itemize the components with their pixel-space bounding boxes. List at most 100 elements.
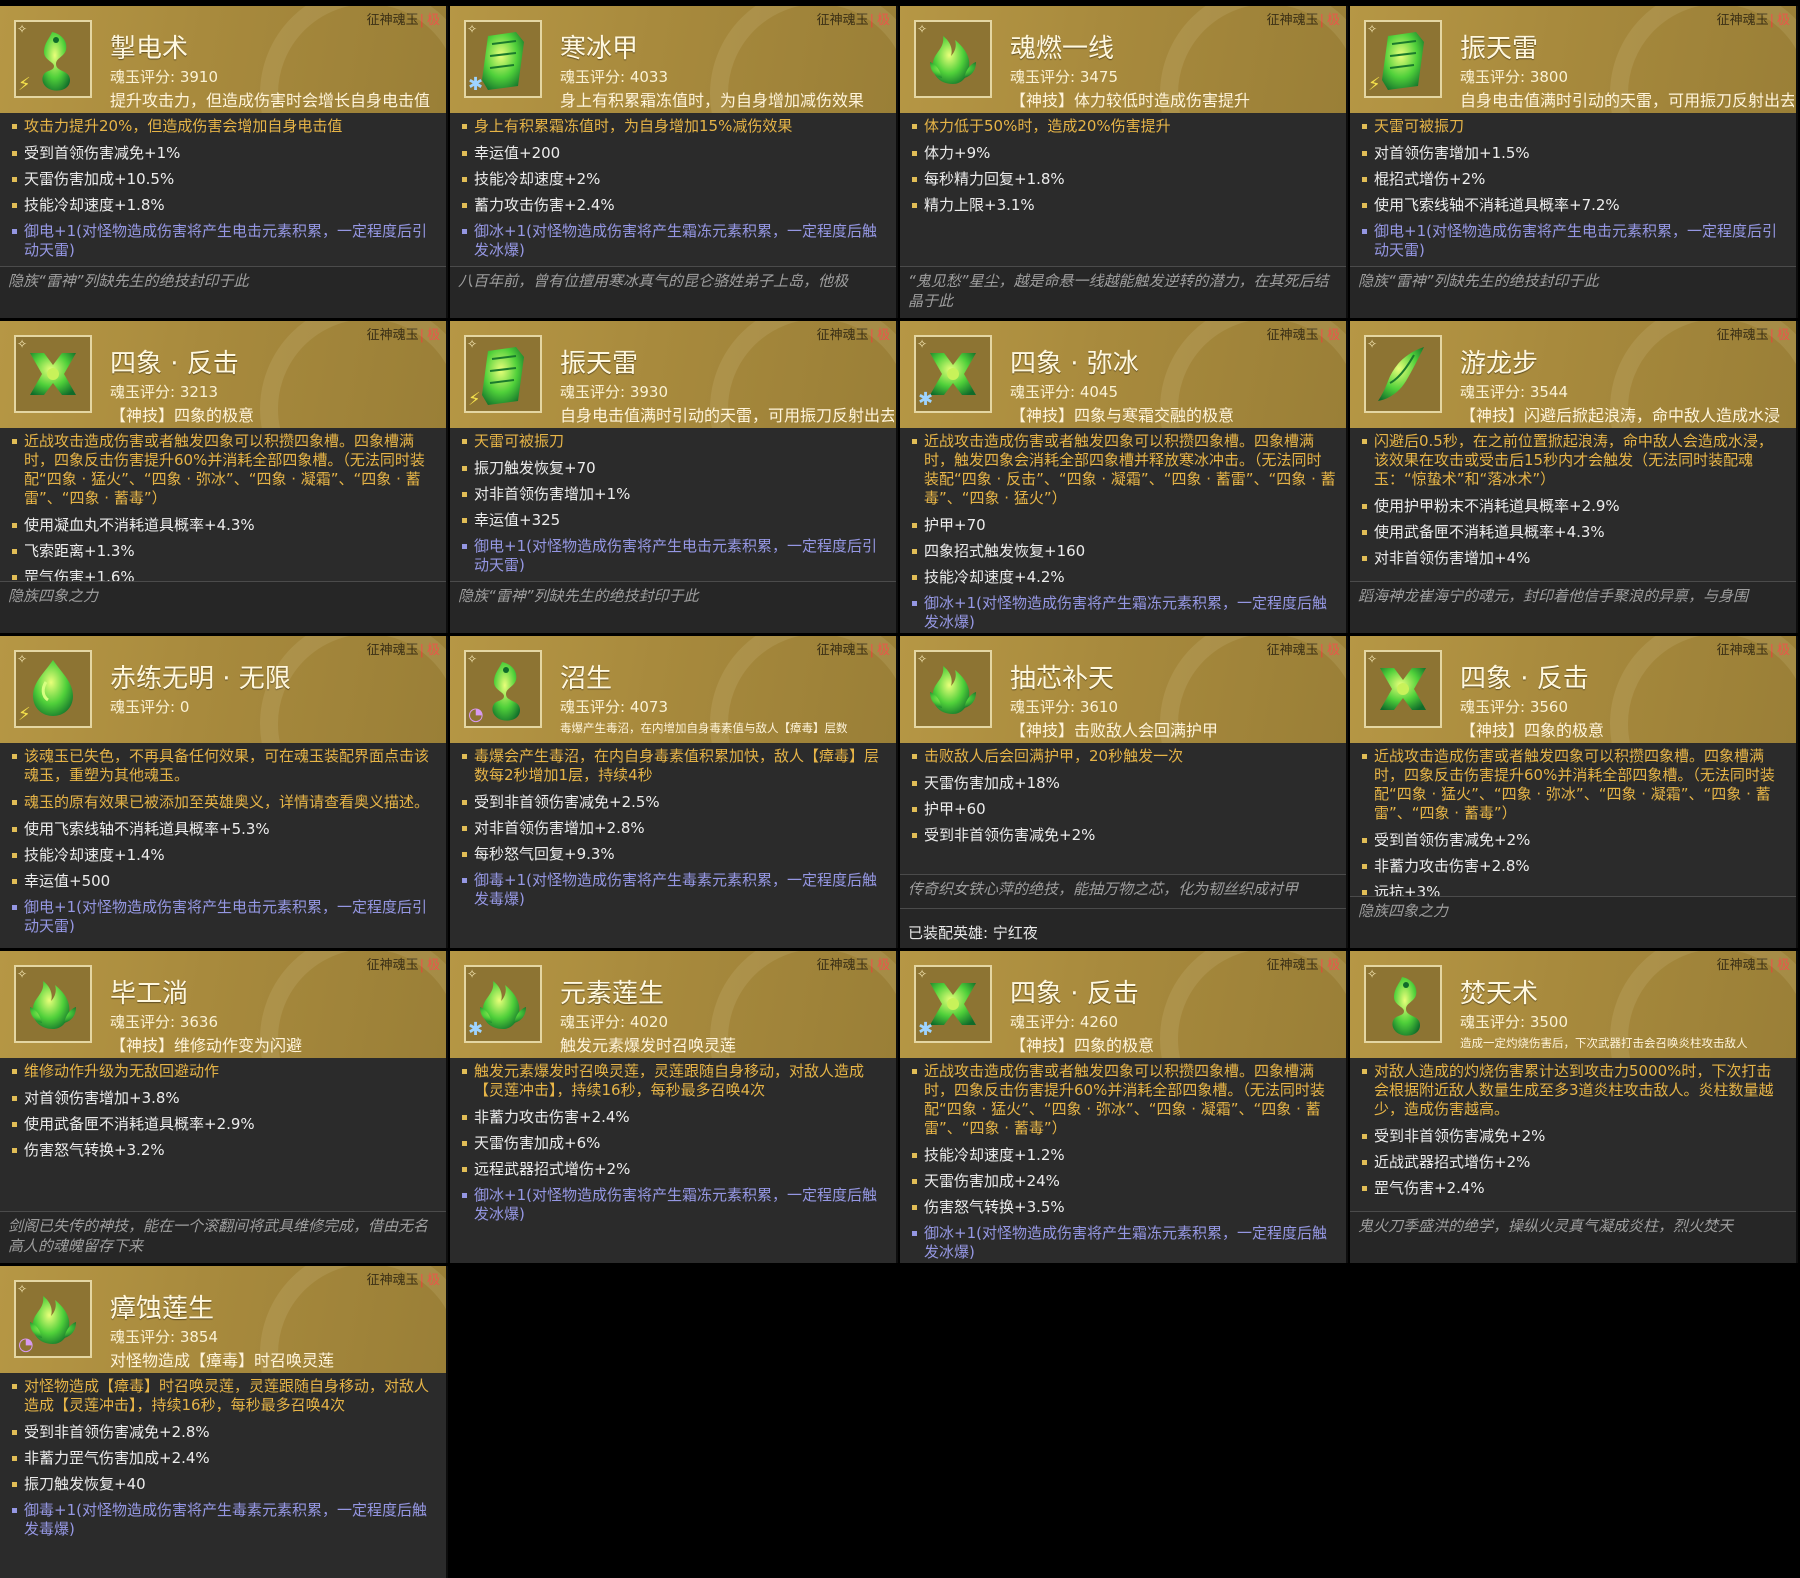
soul-jade-card[interactable]: ✧ 四象 · 反击 魂玉评分: 3213 【神技】四象的极意 征神魂玉| 极近战攻击造成伤… xyxy=(0,321,448,633)
poison-element-icon: ◔ xyxy=(18,1334,34,1355)
card-body: 攻击力提升20%，但造成伤害会增加自身电击值 受到首领伤害减免+1% 天雷伤害加成+… xyxy=(0,117,446,267)
jade-summary: 毒爆产生毒沼，在内增加自身毒素值与敌人【瘴毒】层数 xyxy=(560,721,848,735)
card-body: 维修动作升级为无敌回避动作 对首领伤害增加+3.8% 使用武备匣不消耗道具概率+2.… xyxy=(0,1062,446,1167)
thunder-element-icon: ⚡ xyxy=(468,389,481,410)
jade-summary: 【神技】四象的极意 xyxy=(1460,721,1605,740)
tier-tag: 征神魂玉| 极 xyxy=(367,324,440,343)
jade-score: 魂玉评分: 3610 xyxy=(1010,698,1118,716)
lore-text: 传奇织女铁心萍的绝技，能抽万物之芯，化为韧丝织成衬甲 xyxy=(900,874,1346,908)
ice-element-icon: ✱ xyxy=(468,1019,484,1040)
main-effect: 近战攻击造成伤害或者触发四象可以积攒四象槽。四象槽满时，四象反击伤害提升60%并… xyxy=(912,1062,1336,1138)
lore-text: 隐族四象之力 xyxy=(1350,896,1796,948)
soul-jade-card[interactable]: ✧ ◔ 瘴蚀莲生 魂玉评分: 3854 对怪物造成【瘴毒】时召唤灵莲 征神魂玉| 极对怪物造… xyxy=(0,1266,448,1578)
soul-jade-card[interactable]: ✧ 毕工淌 魂玉评分: 3636 【神技】维修动作变为闪避 征神魂玉| 极维修动作升级为无… xyxy=(0,951,448,1263)
tier-tag: 征神魂玉| 极 xyxy=(1267,9,1340,28)
stat-line: 受到非首领伤害减免+2.5% xyxy=(462,793,886,812)
soul-jade-card[interactable]: ✧ ✱ 寒冰甲 魂玉评分: 4033 身上有积累霜冻值时，为自身增加减伤效果 征神魂玉| 极… xyxy=(450,6,898,318)
tier-tag-label: 征神魂玉 xyxy=(366,958,419,973)
lore-text: 八百年前，曾有位擅用寒冰真气的昆仑骆姓弟子上岛，他极 xyxy=(450,266,896,318)
tier-level: 极 xyxy=(1326,643,1340,658)
jade-score: 魂玉评分: 3930 xyxy=(560,383,668,401)
tier-separator: | xyxy=(869,643,874,658)
card-body: 天雷可被振刀 振刀触发恢复+70 对非首领伤害增加+1% 幸运值+325 御电+1(对怪… xyxy=(450,432,896,582)
soul-jade-card[interactable]: ✧ 焚天术 魂玉评分: 3500 造成一定灼烧伤害后，下次武器打击会召唤炎柱攻击敌人 征… xyxy=(1350,951,1798,1263)
soul-jade-card[interactable]: ✧ 游龙步 魂玉评分: 3544 【神技】闪避后掀起浪涛，命中敌人造成水浸 征神魂玉| 极… xyxy=(1350,321,1798,633)
card-header: ✧ ⚡ 振天雷 魂玉评分: 3930 自身电击值满时引动的天雷，可用振刀反射出去 征神魂玉… xyxy=(450,321,896,428)
stat-line: 天雷伤害加成+24% xyxy=(912,1172,1336,1191)
stat-line: 技能冷却速度+2% xyxy=(462,170,886,189)
jade-title: 振天雷 xyxy=(1460,34,1539,64)
jade-summary: 【神技】四象的极意 xyxy=(110,406,255,425)
card-header: ✧ ⚡ 掣电术 魂玉评分: 3910 提升攻击力，但造成伤害时会增长自身电击值 征神魂玉|… xyxy=(0,6,446,113)
corner-mark-icon: ✧ xyxy=(917,337,928,351)
soul-jade-card[interactable]: ✧ ⚡ 振天雷 魂玉评分: 3800 自身电击值满时引动的天雷，可用振刀反射出去 征神魂玉… xyxy=(1350,6,1798,318)
tier-tag: 征神魂玉| 极 xyxy=(1267,639,1340,658)
soul-jade-card[interactable]: ✧ 四象 · 反击 魂玉评分: 3560 【神技】四象的极意 征神魂玉| 极近战攻击造成伤… xyxy=(1350,636,1798,948)
dragon-jade-icon: ✧ ◔ xyxy=(464,650,542,728)
tier-tag-label: 征神魂玉 xyxy=(366,13,419,28)
main-effect: 闪避后0.5秒，在之前位置掀起浪涛，命中敌人会造成水浸，该效果在攻击或受击后15… xyxy=(1362,432,1786,489)
lore-text: 蹈海神龙崔海宁的魂元，封印着他信手聚浪的异禀，与身围 xyxy=(1350,581,1796,633)
card-header: ✧ 焚天术 魂玉评分: 3500 造成一定灼烧伤害后，下次武器打击会召唤炎柱攻击敌人 征… xyxy=(1350,951,1796,1058)
tier-level: 极 xyxy=(426,643,440,658)
card-header: ✧ 毕工淌 魂玉评分: 3636 【神技】维修动作变为闪避 征神魂玉| 极 xyxy=(0,951,446,1058)
stat-line: 天雷伤害加成+6% xyxy=(462,1134,886,1153)
stat-line: 技能冷却速度+1.4% xyxy=(12,846,436,865)
tier-tag: 征神魂玉| 极 xyxy=(817,9,890,28)
soul-jade-card[interactable]: ✧ ⚡ 赤练无明 · 无限 魂玉评分: 0 征神魂玉| 极该魂玉已失色，不再具备任何效果，… xyxy=(0,636,448,948)
jade-summary: 对怪物造成【瘴毒】时召唤灵莲 xyxy=(110,1351,335,1370)
main-effect: 对敌人造成的灼烧伤害累计达到攻击力5000%时，下次打击会根据附近敌人数量生成至… xyxy=(1362,1062,1786,1119)
card-header: ✧ 游龙步 魂玉评分: 3544 【神技】闪避后掀起浪涛，命中敌人造成水浸 征神魂玉| 极 xyxy=(1350,321,1796,428)
jade-title: 四象 · 弥冰 xyxy=(1010,349,1139,379)
card-header: ✧ ⚡ 振天雷 魂玉评分: 3800 自身电击值满时引动的天雷，可用振刀反射出去 征神魂玉… xyxy=(1350,6,1796,113)
flame-jade-icon: ✧ xyxy=(914,20,992,98)
tier-level: 极 xyxy=(876,13,890,28)
soul-jade-card[interactable]: ✧ 魂燃一线 魂玉评分: 3475 【神技】体力较低时造成伤害提升 征神魂玉| 极体力低于… xyxy=(900,6,1348,318)
tier-separator: | xyxy=(1769,643,1774,658)
corner-mark-icon: ✧ xyxy=(1367,967,1378,981)
jade-title: 元素莲生 xyxy=(560,979,665,1009)
jade-title: 四象 · 反击 xyxy=(1460,664,1589,694)
soul-jade-card[interactable]: ✧ ⚡ 掣电术 魂玉评分: 3910 提升攻击力，但造成伤害时会增长自身电击值 征神魂玉|… xyxy=(0,6,448,318)
jade-summary: 造成一定灼烧伤害后，下次武器打击会召唤炎柱攻击敌人 xyxy=(1460,1036,1748,1050)
main-effect: 天雷可被振刀 xyxy=(462,432,886,451)
tier-tag-label: 征神魂玉 xyxy=(816,958,869,973)
main-effect: 毒爆会产生毒沼，在内自身毒素值积累加快，敌人【瘴毒】层数每2秒增加1层，持续4秒 xyxy=(462,747,886,785)
tier-tag-label: 征神魂玉 xyxy=(1716,13,1769,28)
jade-score: 魂玉评分: 3500 xyxy=(1460,1013,1568,1031)
jade-score: 魂玉评分: 4260 xyxy=(1010,1013,1118,1031)
soul-jade-card[interactable]: ✧ ✱ 四象 · 弥冰 魂玉评分: 4045 【神技】四象与寒霜交融的极意 征神魂玉| 极近… xyxy=(900,321,1348,633)
stat-line: 受到非首领伤害减免+2% xyxy=(1362,1127,1786,1146)
corner-mark-icon: ✧ xyxy=(1367,652,1378,666)
tier-level: 极 xyxy=(1776,958,1790,973)
stat-line: 幸运值+325 xyxy=(462,511,886,530)
sigil-jade-icon: ✧ ✱ xyxy=(914,965,992,1043)
soul-jade-card[interactable]: ✧ 抽芯补天 魂玉评分: 3610 【神技】击败敌人会回满护甲 征神魂玉| 极击败敌人后会… xyxy=(900,636,1348,948)
element-affix: 御冰+1(对怪物造成伤害将产生霜冻元素积累，一定程度后触发冰爆) xyxy=(912,1224,1336,1262)
card-body: 天雷可被振刀 对首领伤害增加+1.5% 棍招式增伤+2% 使用飞索线轴不消耗道具概率+… xyxy=(1350,117,1796,267)
stat-line: 护甲+70 xyxy=(912,516,1336,535)
tier-level: 极 xyxy=(876,328,890,343)
tier-level: 极 xyxy=(1776,643,1790,658)
stat-line: 振刀触发恢复+70 xyxy=(462,459,886,478)
thunder-element-icon: ⚡ xyxy=(1368,74,1381,95)
tier-tag-label: 征神魂玉 xyxy=(366,328,419,343)
soul-jade-card[interactable]: ✧ ✱ 元素莲生 魂玉评分: 4020 触发元素爆发时召唤灵莲 征神魂玉| 极触发元素爆发时… xyxy=(450,951,898,1263)
tier-tag-label: 征神魂玉 xyxy=(1266,13,1319,28)
jade-summary: 触发元素爆发时召唤灵莲 xyxy=(560,1036,737,1055)
poison-element-icon: ◔ xyxy=(468,704,484,725)
stat-line: 使用武备匣不消耗道具概率+4.3% xyxy=(1362,523,1786,542)
soul-jade-card[interactable]: ✧ ⚡ 振天雷 魂玉评分: 3930 自身电击值满时引动的天雷，可用振刀反射出去 征神魂玉… xyxy=(450,321,898,633)
jade-summary: 【神技】四象与寒霜交融的极意 xyxy=(1010,406,1235,425)
tier-separator: | xyxy=(419,643,424,658)
jade-score: 魂玉评分: 3560 xyxy=(1460,698,1568,716)
soul-jade-card[interactable]: ✧ ◔ 沼生 魂玉评分: 4073 毒爆产生毒沼，在内增加自身毒素值与敌人【瘴毒】层数征… xyxy=(450,636,898,948)
sigil-jade-icon: ✧ xyxy=(1364,650,1442,728)
element-affix: 御电+1(对怪物造成伤害将产生电击元素积累，一定程度后引动天雷) xyxy=(1362,222,1786,260)
soul-jade-card[interactable]: ✧ ✱ 四象 · 反击 魂玉评分: 4260 【神技】四象的极意 征神魂玉| 极近战攻击造成… xyxy=(900,951,1348,1263)
lore-text: 剑阁已失传的神技，能在一个滚翻间将武具维修完成，借由无名高人的魂魄留存下来 xyxy=(0,1211,446,1263)
card-header: ✧ 四象 · 反击 魂玉评分: 3560 【神技】四象的极意 征神魂玉| 极 xyxy=(1350,636,1796,743)
jade-title: 沼生 xyxy=(560,664,613,694)
tier-separator: | xyxy=(1319,13,1324,28)
jade-title: 焚天术 xyxy=(1460,979,1539,1009)
